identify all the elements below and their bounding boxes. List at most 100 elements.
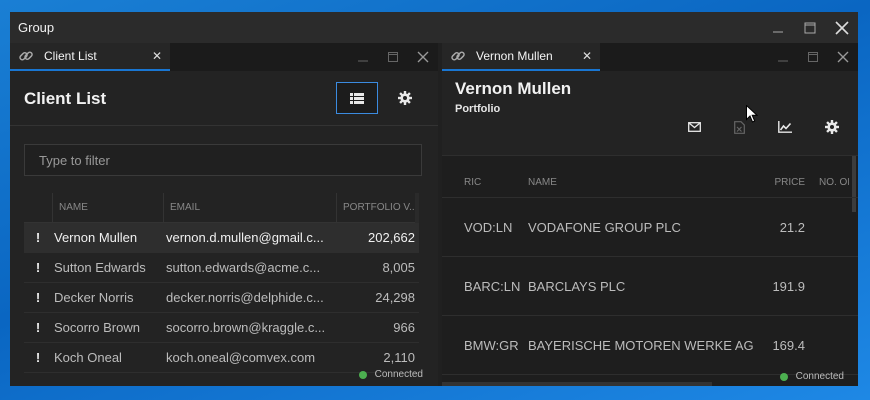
cell-ric: BARC:LN (464, 278, 521, 294)
email-button[interactable] (682, 115, 706, 139)
window-close-button[interactable] (826, 12, 858, 43)
client-list-content: Client List NAME EMAIL PORTFOLIO V... !V… (10, 71, 438, 386)
table-row[interactable]: ! Sutton Edwards sutton.edwards@acme.c... 8… (24, 253, 419, 283)
cell-email: koch.oneal@comvex.com (166, 350, 316, 365)
panel-close-button[interactable] (408, 43, 438, 71)
window-maximize-button[interactable] (794, 12, 826, 43)
filter-input[interactable] (24, 144, 422, 176)
cell-price: 191.9 (772, 278, 805, 294)
tab-vernon-mullen[interactable]: Vernon Mullen ✕ (442, 43, 600, 71)
header-separator (10, 125, 438, 126)
cell-portfolio-value: 8,005 (382, 260, 415, 275)
panel-minimize-button[interactable] (768, 43, 798, 71)
grid-view-button[interactable] (336, 82, 378, 114)
portfolio-grid-header: RIC NAME PRICE NO. OF (442, 168, 858, 198)
table-row[interactable]: ! Vernon Mullen vernon.d.mullen@gmail.c...… (24, 223, 419, 253)
client-list-panel: Client List ✕ Client List Type to filter… (10, 43, 438, 386)
link-icon[interactable] (450, 48, 466, 64)
cell-email: decker.norris@delphide.c... (166, 290, 324, 305)
client-grid-header: NAME EMAIL PORTFOLIO V... (24, 193, 419, 223)
chart-icon (778, 121, 792, 133)
panel-maximize-button[interactable] (798, 43, 828, 71)
connected-dot-icon (358, 370, 367, 379)
cell-email: socorro.brown@kraggle.c... (166, 320, 326, 335)
mail-icon (687, 122, 701, 132)
window-titlebar: Group (10, 12, 858, 43)
portfolio-panel: Vernon Mullen ✕ Vernon Mullen Portfolio (442, 43, 858, 386)
close-icon (417, 51, 429, 63)
panel-minimize-button[interactable] (348, 43, 378, 71)
header-price[interactable]: PRICE (762, 177, 809, 188)
panel-maximize-button[interactable] (378, 43, 408, 71)
grid-icon (350, 92, 364, 104)
cell-price: 169.4 (772, 337, 805, 353)
cell-email: sutton.edwards@acme.c... (166, 260, 321, 275)
portfolio-settings-button[interactable] (820, 115, 844, 139)
cell-name: Decker Norris (54, 290, 134, 305)
minimize-icon (358, 60, 368, 62)
header-email[interactable]: EMAIL (163, 193, 336, 222)
client-list-status: Connected (358, 369, 423, 380)
tab-vernon-mullen-close-icon[interactable]: ✕ (582, 49, 592, 63)
cell-price: 21.2 (779, 219, 805, 235)
header-no-of[interactable]: NO. OF (809, 177, 849, 188)
portfolio-content: Vernon Mullen Portfolio RIC NAME PRICE N… (442, 71, 858, 386)
cell-name: Vernon Mullen (54, 230, 138, 245)
cell-security-name: BARCLAYS PLC (528, 278, 626, 294)
link-icon[interactable] (18, 48, 34, 64)
cell-portfolio-value: 24,298 (375, 290, 415, 305)
portfolio-horizontal-scrollbar[interactable] (442, 382, 712, 386)
minimize-icon (778, 60, 788, 62)
chart-button[interactable] (773, 115, 797, 139)
cell-ric: BMW:GR (464, 337, 519, 353)
header-portfolio-value[interactable]: PORTFOLIO V... (336, 193, 419, 222)
row-flag-icon[interactable]: ! (24, 260, 52, 275)
row-flag-icon[interactable]: ! (24, 230, 52, 245)
cell-name: Socorro Brown (54, 320, 140, 335)
maximize-icon (804, 22, 816, 33)
portfolio-tabstrip: Vernon Mullen ✕ (442, 43, 858, 71)
client-grid-scrollbar[interactable] (415, 193, 419, 223)
client-grid-body: ! Vernon Mullen vernon.d.mullen@gmail.c...… (24, 223, 419, 373)
table-row[interactable]: ! Socorro Brown socorro.brown@kraggle.c...… (24, 313, 419, 343)
portfolio-status: Connected (779, 371, 844, 382)
tab-client-list-close-icon[interactable]: ✕ (152, 49, 162, 63)
client-list-settings-button[interactable] (390, 83, 420, 113)
group-window: Group Client List ✕ Client List Type to … (10, 12, 858, 386)
client-name-heading: Vernon Mullen (455, 79, 572, 98)
cell-security-name: BAYERISCHE MOTOREN WERKE AG (528, 337, 754, 353)
client-list-tabstrip: Client List ✕ (10, 43, 438, 71)
client-list-status-text: Connected (374, 369, 423, 380)
cell-ric: VOD:LN (464, 219, 513, 235)
cell-security-name: VODAFONE GROUP PLC (528, 219, 681, 235)
cell-portfolio-value: 966 (393, 320, 415, 335)
mouse-cursor-icon (746, 105, 758, 123)
table-row[interactable]: VOD:LN VODAFONE GROUP PLC 21.2 (442, 198, 858, 257)
header-security-name[interactable]: NAME (518, 177, 762, 188)
maximize-icon (808, 52, 818, 62)
panel-close-button[interactable] (828, 43, 858, 71)
close-icon (835, 20, 849, 35)
client-list-title: Client List (24, 89, 107, 108)
row-flag-icon[interactable]: ! (24, 290, 52, 305)
cell-portfolio-value: 2,110 (383, 350, 415, 365)
row-flag-icon[interactable]: ! (24, 320, 52, 335)
cell-email: vernon.d.mullen@gmail.c... (166, 230, 324, 245)
window-minimize-button[interactable] (762, 12, 794, 43)
portfolio-subtitle: Portfolio (455, 103, 501, 115)
table-row[interactable]: ! Decker Norris decker.norris@delphide.c..… (24, 283, 419, 313)
tab-client-list-label: Client List (44, 49, 97, 63)
row-flag-icon[interactable]: ! (24, 350, 52, 365)
table-row[interactable]: BARC:LN BARCLAYS PLC 191.9 (442, 257, 858, 316)
portfolio-grid: RIC NAME PRICE NO. OF VOD:LN VODAFONE GRO… (442, 155, 858, 386)
header-name[interactable]: NAME (52, 193, 163, 222)
maximize-icon (388, 52, 398, 62)
header-ric[interactable]: RIC (442, 177, 518, 188)
tab-vernon-mullen-label: Vernon Mullen (476, 49, 553, 63)
client-list-panel-controls (348, 43, 438, 71)
cell-name: Koch Oneal (54, 350, 122, 365)
tab-client-list[interactable]: Client List ✕ (10, 43, 170, 71)
connected-dot-icon (779, 372, 788, 381)
table-row[interactable]: BMW:GR BAYERISCHE MOTOREN WERKE AG 169.4 (442, 316, 858, 375)
minimize-icon (773, 31, 783, 32)
